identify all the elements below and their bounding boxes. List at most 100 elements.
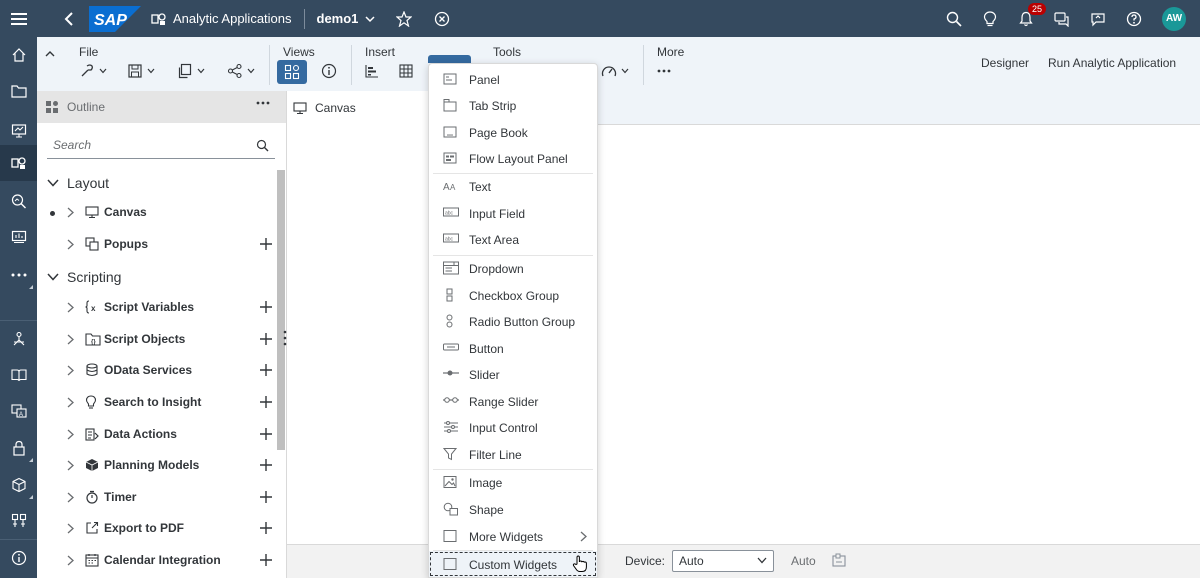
outline-item-calendar-integration[interactable]: Calendar Integration <box>47 549 272 573</box>
run-analytic-application-link[interactable]: Run Analytic Application <box>1048 56 1176 70</box>
add-export-to-pdf-icon[interactable] <box>260 522 272 534</box>
menu-icon[interactable] <box>0 0 37 37</box>
user-avatar[interactable]: AW <box>1162 6 1186 31</box>
chevron-down-icon[interactable] <box>358 0 382 37</box>
menu-item-dropdown[interactable]: Dropdown <box>429 255 597 281</box>
outline-view-toggle[interactable] <box>277 60 307 84</box>
outline-item-timer[interactable]: Timer <box>47 486 272 510</box>
feedback-icon[interactable] <box>1080 0 1116 37</box>
device-select[interactable]: Auto <box>672 550 774 572</box>
chevron-right-icon[interactable] <box>67 555 74 566</box>
add-script-object-icon[interactable] <box>260 333 272 345</box>
folder-icon[interactable] <box>0 73 37 109</box>
copy-button[interactable] <box>177 60 205 82</box>
chevron-right-icon[interactable] <box>67 523 74 534</box>
fit-screen-icon[interactable] <box>831 553 847 569</box>
section-scripting[interactable]: Scripting <box>47 265 121 289</box>
menu-item-shape[interactable]: Shape <box>429 496 597 522</box>
stories-icon[interactable] <box>0 219 37 255</box>
more-overflow-icon[interactable] <box>657 60 673 82</box>
outline-item-popups[interactable]: Popups <box>47 233 272 257</box>
cube-icon[interactable] <box>0 467 37 503</box>
insert-table-button[interactable] <box>399 60 413 82</box>
explore-icon[interactable] <box>0 183 37 219</box>
close-circle-icon[interactable] <box>430 0 454 37</box>
designer-link[interactable]: Designer <box>981 56 1029 70</box>
search-icon[interactable] <box>256 139 269 152</box>
chevron-right-icon[interactable] <box>67 460 74 471</box>
chevron-right-icon[interactable] <box>67 429 74 440</box>
outline-more-icon[interactable] <box>256 101 270 105</box>
menu-item-button[interactable]: Button <box>429 335 597 361</box>
menu-item-flow-layout-panel[interactable]: Flow Layout Panel <box>429 145 597 171</box>
chevron-right-icon[interactable] <box>67 397 74 408</box>
save-button[interactable] <box>127 60 155 82</box>
add-calendar-integration-icon[interactable] <box>260 554 272 566</box>
outline-scrollbar[interactable] <box>277 170 285 450</box>
menu-item-input-control[interactable]: Input Control <box>429 414 597 440</box>
insert-chart-button[interactable] <box>365 60 379 82</box>
favorite-star-icon[interactable] <box>392 0 416 37</box>
section-layout[interactable]: Layout <box>47 171 109 195</box>
presentation-icon[interactable] <box>0 113 37 149</box>
menu-item-range-slider[interactable]: Range Slider <box>429 388 597 414</box>
info-icon[interactable] <box>0 540 37 576</box>
home-icon[interactable] <box>0 37 37 73</box>
chevron-right-icon[interactable] <box>67 334 74 345</box>
lightbulb-icon[interactable] <box>972 0 1008 37</box>
more-apps-icon[interactable] <box>0 257 37 293</box>
menu-item-page-book[interactable]: Page Book <box>429 119 597 145</box>
menu-item-radio-button-group[interactable]: Radio Button Group <box>429 308 597 334</box>
outline-search-input[interactable] <box>47 133 237 157</box>
outline-item-search-to-insight[interactable]: Search to Insight <box>47 391 272 415</box>
outline-item-script-variables[interactable]: x Script Variables <box>47 296 272 320</box>
menu-item-filter-line[interactable]: Filter Line <box>429 441 597 467</box>
notification-bell-icon[interactable]: 25 <box>1008 0 1047 37</box>
translation-icon[interactable]: A <box>0 393 37 429</box>
menu-item-slider[interactable]: Slider <box>429 361 597 387</box>
chevron-right-icon[interactable] <box>67 492 74 503</box>
performance-gauge-button[interactable] <box>601 60 629 82</box>
menu-item-checkbox-group[interactable]: Checkbox Group <box>429 282 597 308</box>
add-script-variable-icon[interactable] <box>260 301 272 313</box>
edit-tools-button[interactable] <box>79 60 107 82</box>
menu-item-text[interactable]: AA Text <box>429 173 597 199</box>
menu-item-more-widgets[interactable]: More Widgets <box>429 523 597 549</box>
help-icon[interactable] <box>1116 0 1152 37</box>
panel-resize-handle[interactable] <box>283 330 287 346</box>
book-icon[interactable] <box>0 357 37 393</box>
outline-item-planning-models[interactable]: Planning Models <box>47 454 272 478</box>
outline-item-script-objects[interactable]: {} Script Objects <box>47 328 272 352</box>
connections-icon[interactable] <box>0 321 37 357</box>
menu-item-image[interactable]: Image <box>429 469 597 495</box>
add-timer-icon[interactable] <box>260 491 272 503</box>
search-icon[interactable] <box>936 0 972 37</box>
canvas-tab[interactable]: Canvas <box>287 91 427 125</box>
add-planning-model-icon[interactable] <box>260 459 272 471</box>
menu-item-input-field[interactable]: abc Input Field <box>429 200 597 226</box>
collapse-toolbar-icon[interactable] <box>45 43 55 65</box>
chevron-right-icon[interactable] <box>67 207 74 218</box>
add-data-action-icon[interactable] <box>260 428 272 440</box>
chevron-right-icon[interactable] <box>67 302 74 313</box>
security-lock-icon[interactable] <box>0 430 37 466</box>
outline-item-data-actions[interactable]: Data Actions <box>47 423 272 447</box>
menu-item-text-area[interactable]: abc Text Area <box>429 226 597 252</box>
analytic-application-icon[interactable] <box>0 145 37 181</box>
menu-item-panel[interactable]: Panel <box>429 66 597 92</box>
document-name[interactable]: demo1 <box>317 11 359 26</box>
add-search-to-insight-icon[interactable] <box>260 396 272 408</box>
transport-icon[interactable] <box>0 503 37 539</box>
add-popup-icon[interactable] <box>260 238 272 250</box>
chat-icon[interactable] <box>1044 0 1080 37</box>
outline-item-export-to-pdf[interactable]: Export to PDF <box>47 517 272 541</box>
chevron-right-icon[interactable] <box>67 239 74 250</box>
share-button[interactable] <box>227 60 255 82</box>
outline-item-odata-services[interactable]: OData Services <box>47 359 272 383</box>
insert-widget-button-active[interactable] <box>428 55 471 63</box>
menu-item-tab-strip[interactable]: Tab Strip <box>429 92 597 118</box>
add-odata-service-icon[interactable] <box>260 364 272 376</box>
back-icon[interactable] <box>57 0 81 37</box>
outline-item-canvas[interactable]: Canvas <box>47 201 272 225</box>
info-panel-icon[interactable] <box>321 60 337 82</box>
